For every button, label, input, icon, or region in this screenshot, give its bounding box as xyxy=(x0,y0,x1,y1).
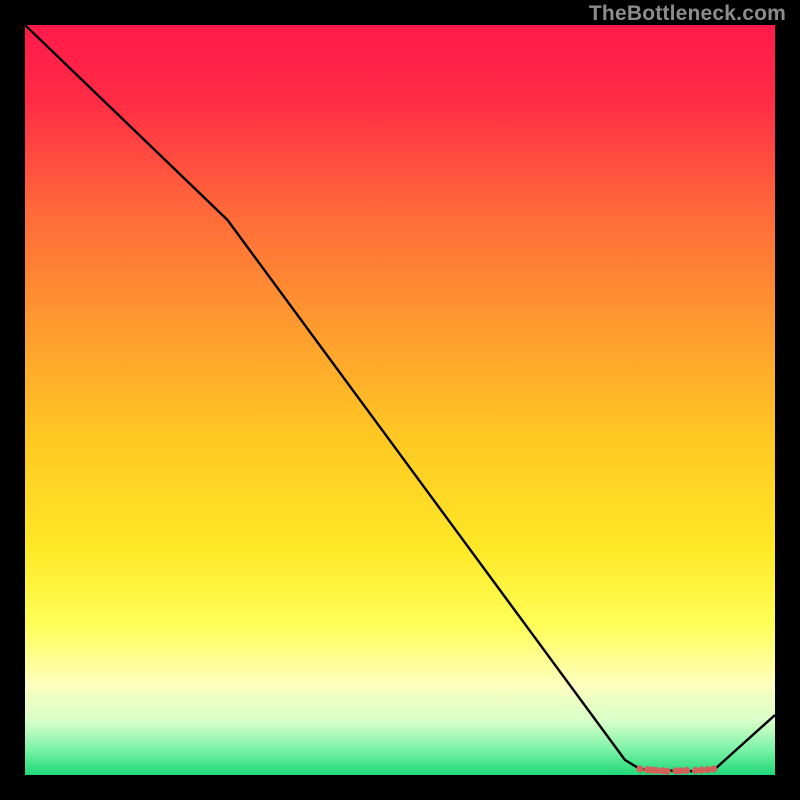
chart-plot xyxy=(25,25,775,775)
chart-svg xyxy=(25,25,775,775)
attribution-text: TheBottleneck.com xyxy=(589,2,786,26)
chart-background xyxy=(25,25,775,775)
chart-marker xyxy=(710,765,717,772)
chart-marker xyxy=(636,765,643,772)
chart-marker xyxy=(663,768,670,775)
chart-marker xyxy=(683,767,690,774)
chart-stage: TheBottleneck.com xyxy=(0,0,800,800)
